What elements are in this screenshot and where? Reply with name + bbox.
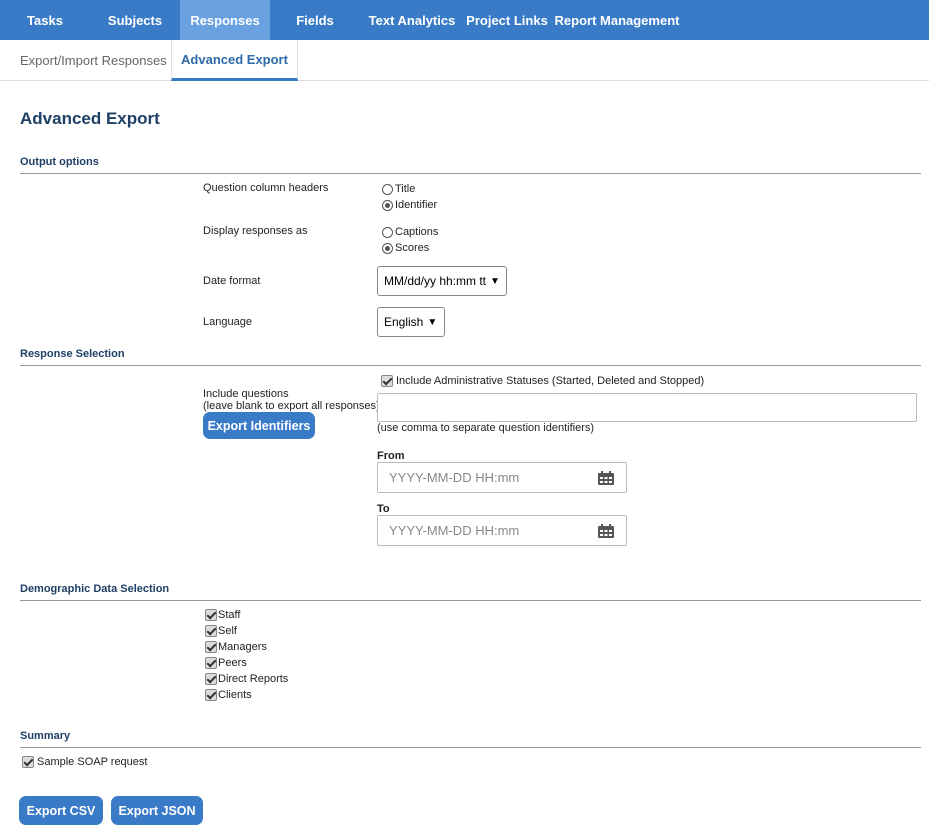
nav-text-analytics[interactable]: Text Analytics	[360, 0, 464, 40]
include-questions-help: (use comma to separate question identifi…	[377, 422, 595, 434]
to-label: To	[377, 503, 390, 515]
demographic-item-peers[interactable]: Peers	[205, 657, 247, 669]
demographic-item-self[interactable]: Self	[205, 625, 237, 637]
section-summary: Summary	[20, 730, 71, 742]
demographic-label: Managers	[218, 641, 267, 653]
include-questions-input[interactable]	[377, 393, 917, 422]
calendar-icon[interactable]	[598, 524, 614, 538]
demographic-label: Clients	[218, 689, 252, 701]
demographic-label: Direct Reports	[218, 673, 289, 685]
export-json-button[interactable]: Export JSON	[111, 796, 203, 825]
sub-tabs: Export/Import Responses Advanced Export	[0, 40, 929, 81]
from-label: From	[377, 450, 405, 462]
divider	[20, 747, 921, 748]
radio-captions-option[interactable]: Captions	[382, 226, 438, 238]
to-date-input[interactable]: YYYY-MM-DD HH:mm	[377, 515, 627, 546]
language-value: English	[384, 315, 424, 329]
section-demographic: Demographic Data Selection	[20, 583, 170, 595]
nav-fields[interactable]: Fields	[270, 0, 360, 40]
from-date-input[interactable]: YYYY-MM-DD HH:mm	[377, 462, 627, 493]
radio-captions-label: Captions	[395, 226, 439, 238]
display-as-label: Display responses as	[203, 225, 308, 237]
admin-statuses-label: Include Administrative Statuses (Started…	[396, 375, 705, 387]
date-format-value: MM/dd/yy hh:mm tt	[384, 274, 487, 288]
checkbox-checked-icon[interactable]	[205, 673, 217, 685]
from-date-placeholder: YYYY-MM-DD HH:mm	[389, 470, 520, 485]
checkbox-checked-icon[interactable]	[205, 609, 217, 621]
demographic-item-staff[interactable]: Staff	[205, 609, 240, 621]
radio-scores-option[interactable]: Scores	[382, 242, 429, 254]
include-questions-hint: (leave blank to export all responses)	[203, 400, 380, 412]
checkbox-checked-icon[interactable]	[205, 625, 217, 637]
top-nav: Tasks Subjects Responses Fields Text Ana…	[0, 0, 929, 40]
radio-identifier-option[interactable]: Identifier	[382, 199, 437, 211]
demographic-item-clients[interactable]: Clients	[205, 689, 252, 701]
export-identifiers-button[interactable]: Export Identifiers	[203, 412, 315, 439]
to-date-placeholder: YYYY-MM-DD HH:mm	[389, 523, 520, 538]
radio-identifier[interactable]	[382, 199, 393, 211]
soap-request-label: Sample SOAP request	[37, 756, 148, 768]
language-label: Language	[203, 316, 252, 328]
section-response-selection: Response Selection	[20, 348, 125, 360]
demographic-item-direct-reports[interactable]: Direct Reports	[205, 673, 288, 685]
radio-title-option[interactable]: Title	[382, 183, 415, 195]
nav-subjects[interactable]: Subjects	[90, 0, 180, 40]
section-output-options: Output options	[20, 156, 99, 168]
nav-report-management[interactable]: Report Management	[550, 0, 684, 40]
divider	[20, 173, 921, 174]
chevron-down-icon: ▼	[427, 316, 438, 328]
tab-export-import-responses[interactable]: Export/Import Responses	[20, 40, 167, 80]
column-headers-label: Question column headers	[203, 182, 329, 194]
checkbox-checked-icon[interactable]	[205, 641, 217, 653]
export-csv-button[interactable]: Export CSV	[19, 796, 103, 825]
radio-title[interactable]	[382, 183, 393, 195]
date-format-select[interactable]: MM/dd/yy hh:mm tt ▼	[377, 266, 507, 296]
language-select[interactable]: English ▼	[377, 307, 445, 337]
radio-title-label: Title	[395, 183, 416, 195]
radio-identifier-label: Identifier	[395, 199, 438, 211]
checkbox-checked-icon[interactable]	[381, 375, 393, 387]
demographic-label: Staff	[218, 609, 241, 621]
chevron-down-icon: ▼	[490, 275, 500, 287]
demographic-item-managers[interactable]: Managers	[205, 641, 267, 653]
divider	[20, 600, 921, 601]
demographic-label: Peers	[218, 657, 247, 669]
checkbox-checked-icon[interactable]	[22, 756, 34, 768]
radio-captions[interactable]	[382, 226, 393, 238]
radio-scores-label: Scores	[395, 242, 430, 254]
demographic-label: Self	[218, 625, 237, 637]
include-questions-label: Include questions	[203, 388, 289, 400]
checkbox-checked-icon[interactable]	[205, 657, 217, 669]
page-title: Advanced Export	[20, 109, 160, 128]
calendar-icon[interactable]	[598, 471, 614, 485]
date-format-label: Date format	[203, 275, 261, 287]
checkbox-checked-icon[interactable]	[205, 689, 217, 701]
admin-statuses-option[interactable]: Include Administrative Statuses (Started…	[381, 375, 704, 387]
divider	[20, 365, 921, 366]
nav-project-links[interactable]: Project Links	[464, 0, 550, 40]
nav-responses[interactable]: Responses	[180, 0, 270, 40]
tab-advanced-export[interactable]: Advanced Export	[171, 40, 298, 81]
nav-tasks[interactable]: Tasks	[0, 0, 90, 40]
soap-request-option[interactable]: Sample SOAP request	[22, 756, 147, 768]
radio-scores[interactable]	[382, 242, 393, 254]
